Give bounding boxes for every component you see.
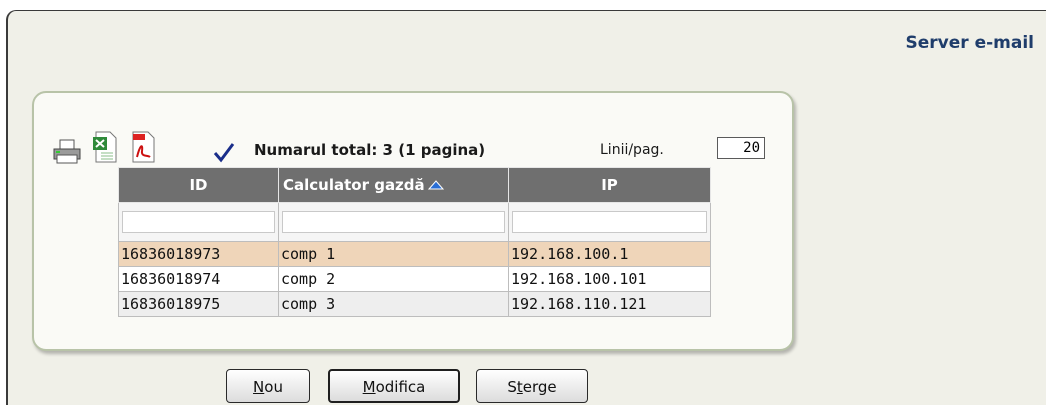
table-row[interactable]: 16836018974 comp 2 192.168.100.101 bbox=[118, 266, 711, 292]
column-header-id[interactable]: ID bbox=[118, 167, 279, 203]
filter-row bbox=[118, 202, 711, 242]
pdf-icon[interactable] bbox=[130, 131, 156, 163]
table-header-row: ID Calculator gazdă IP bbox=[118, 167, 711, 203]
sort-ascending-icon bbox=[427, 176, 444, 194]
main-content: Server e-mail Numarul total: 3 (1 pagina… bbox=[6, 10, 1046, 405]
delete-button-label-post: erge bbox=[522, 378, 557, 396]
table-row[interactable]: 16836018975 comp 3 192.168.110.121 bbox=[118, 291, 711, 317]
column-header-host-label: Calculator gazdă bbox=[283, 175, 425, 194]
cell-ip: 192.168.110.121 bbox=[508, 291, 711, 317]
new-button[interactable]: Nou bbox=[226, 369, 310, 403]
cell-id: 16836018975 bbox=[118, 291, 279, 317]
column-header-host[interactable]: Calculator gazdă bbox=[278, 167, 509, 203]
cell-host: comp 1 bbox=[278, 241, 509, 267]
grid-toolbar: Numarul total: 3 (1 pagina) Linii/pag. bbox=[52, 131, 792, 165]
modify-button-label-post: odifica bbox=[375, 378, 426, 396]
cell-ip: 192.168.100.101 bbox=[508, 266, 711, 292]
rows-per-page-label: Linii/pag. bbox=[600, 142, 664, 158]
cell-id: 16836018973 bbox=[118, 241, 279, 267]
column-header-ip[interactable]: IP bbox=[508, 167, 711, 203]
delete-button-label-pre: S bbox=[507, 378, 517, 396]
filter-id-input[interactable] bbox=[122, 211, 275, 233]
total-count-label: Numarul total: 3 (1 pagina) bbox=[254, 141, 486, 159]
filter-host-input[interactable] bbox=[282, 211, 505, 233]
hosts-table: ID Calculator gazdă IP 16836018973 comp … bbox=[118, 167, 711, 317]
cell-id: 16836018974 bbox=[118, 266, 279, 292]
filter-ip-input[interactable] bbox=[512, 211, 707, 233]
table-row[interactable]: 16836018973 comp 1 192.168.100.1 bbox=[118, 241, 711, 267]
results-panel: Numarul total: 3 (1 pagina) Linii/pag. I… bbox=[32, 91, 794, 351]
modify-button[interactable]: Modifica bbox=[328, 369, 460, 403]
new-button-label-post: ou bbox=[264, 378, 283, 396]
check-icon[interactable] bbox=[212, 141, 236, 163]
page-title: Server e-mail bbox=[905, 33, 1035, 53]
printer-icon[interactable] bbox=[52, 139, 82, 165]
new-button-accesskey: N bbox=[253, 378, 265, 396]
modify-button-accesskey: M bbox=[362, 378, 376, 396]
cell-host: comp 3 bbox=[278, 291, 509, 317]
excel-icon[interactable] bbox=[92, 131, 118, 163]
cell-ip: 192.168.100.1 bbox=[508, 241, 711, 267]
cell-host: comp 2 bbox=[278, 266, 509, 292]
rows-per-page-input[interactable] bbox=[717, 137, 765, 159]
delete-button[interactable]: Sterge bbox=[476, 369, 588, 403]
